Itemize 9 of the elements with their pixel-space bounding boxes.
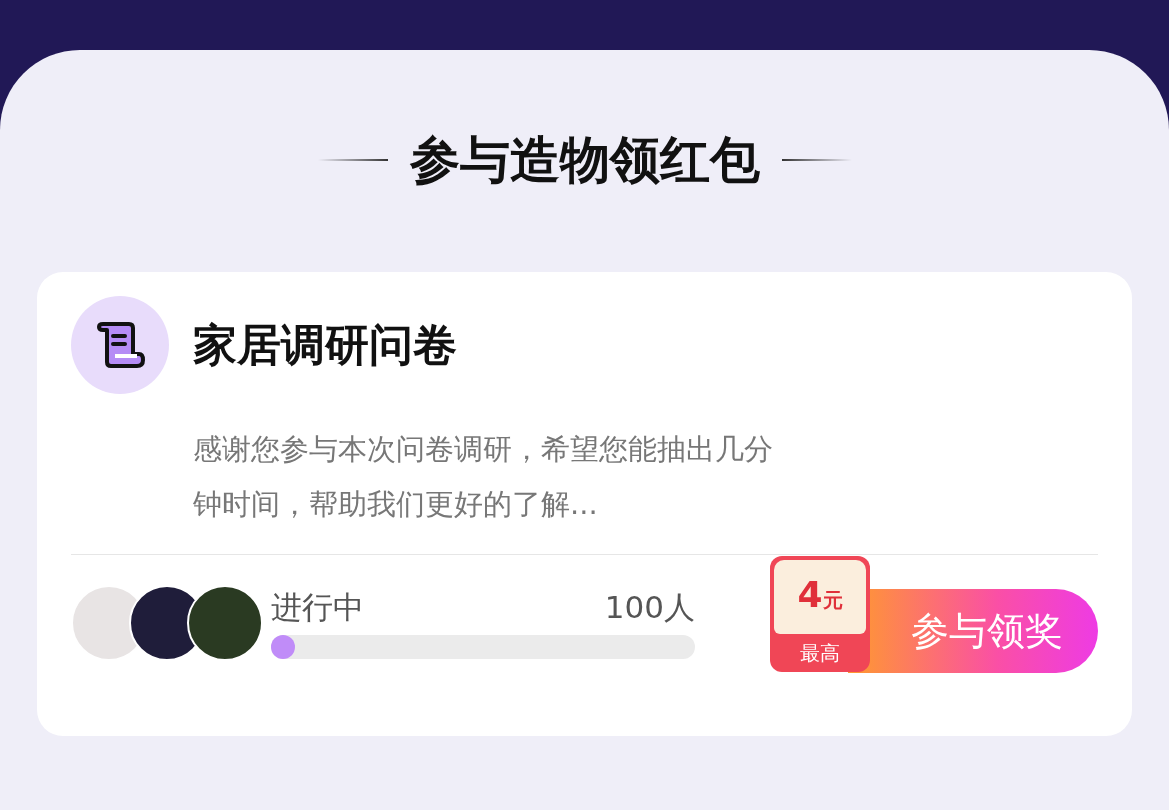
survey-description: 感谢您参与本次问卷调研，希望您能抽出几分钟时间，帮助我们更好的了解...	[193, 431, 773, 523]
reward-note: 最高	[799, 639, 841, 667]
section-heading: 参与造物领红包	[409, 129, 760, 191]
reward-unit: 元	[822, 588, 843, 614]
claim-button[interactable]: 参与领奖	[848, 589, 1098, 673]
status-label: 进行中	[271, 588, 364, 627]
reward-amount: 4	[797, 574, 823, 615]
participant-count: 100人	[604, 588, 695, 627]
survey-title: 家居调研问卷	[193, 317, 457, 372]
